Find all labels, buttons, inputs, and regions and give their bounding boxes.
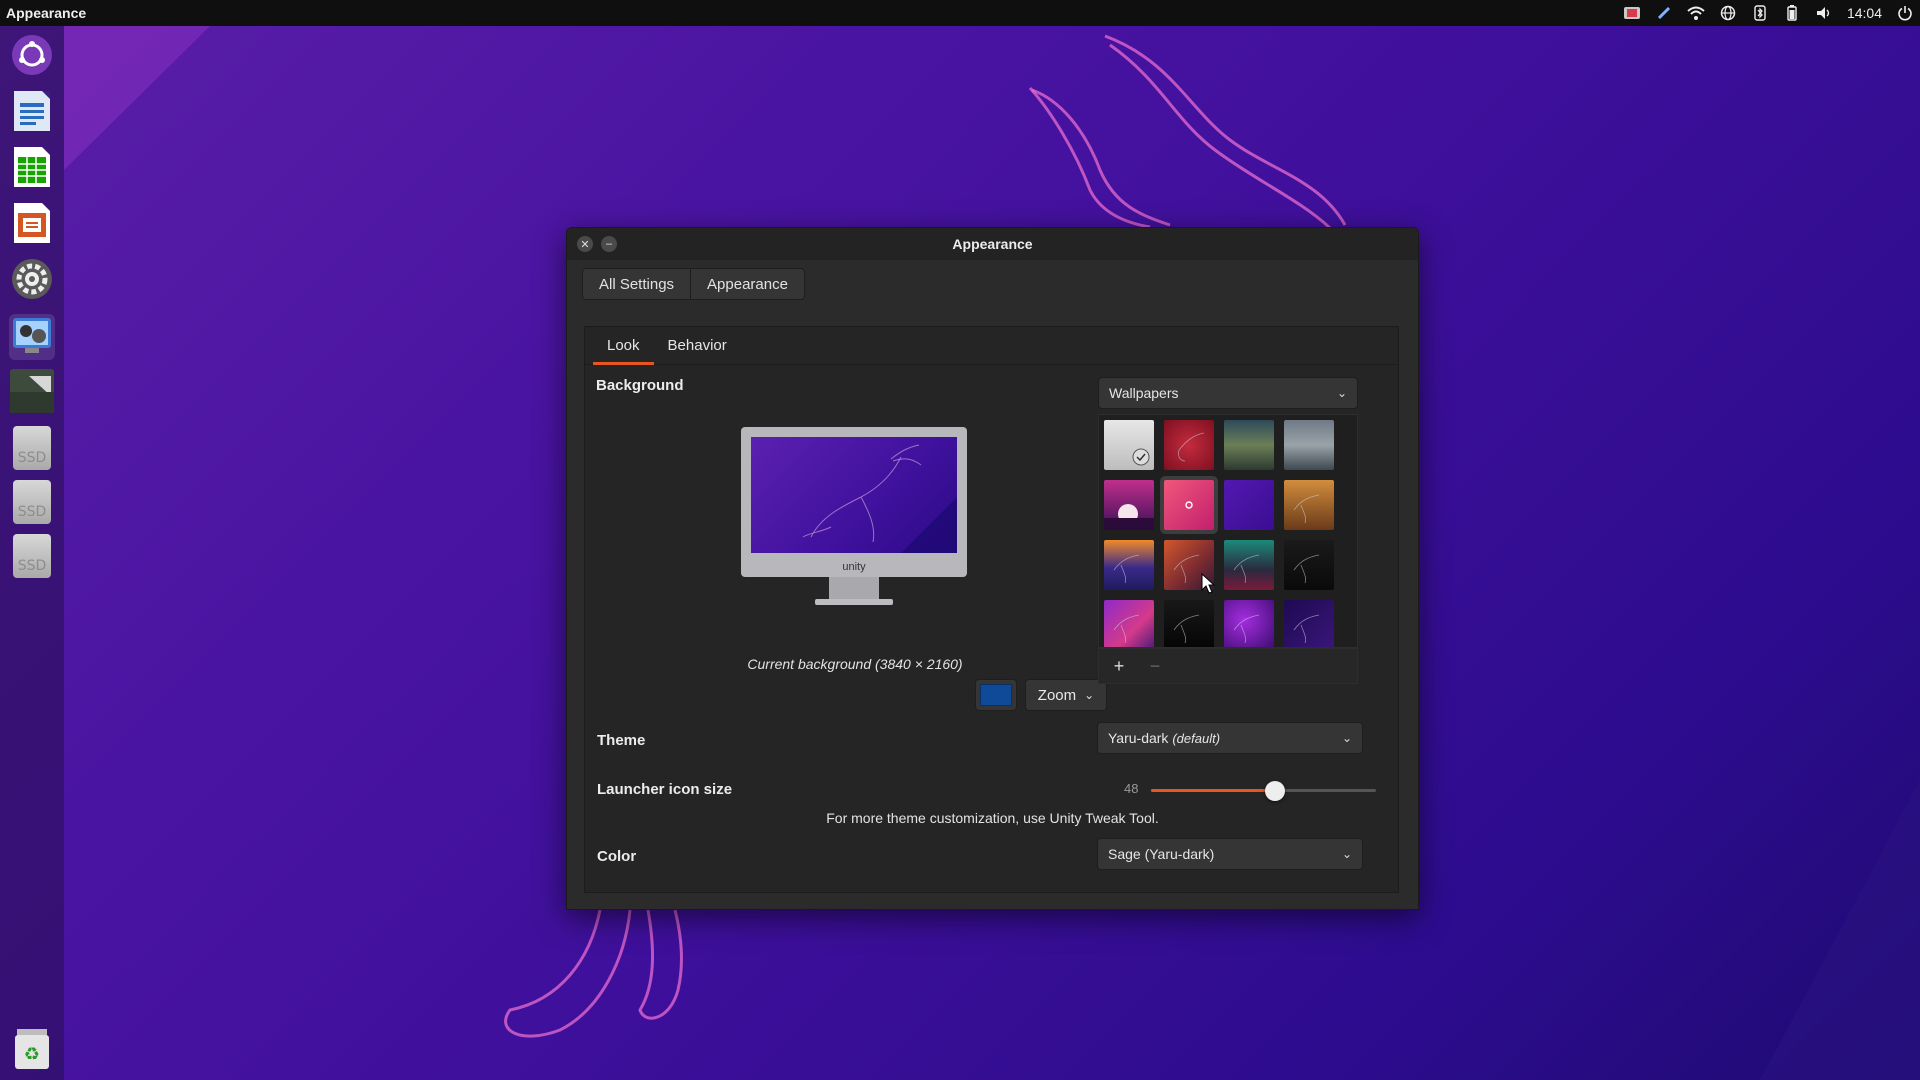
wallpaper-thumb[interactable] [1224, 540, 1274, 590]
volume-icon[interactable] [1815, 4, 1833, 22]
wallpaper-thumb[interactable] [1284, 420, 1334, 470]
theme-name: Yaru-dark [1108, 730, 1169, 746]
window-title: Appearance [952, 236, 1033, 252]
breadcrumb-appearance[interactable]: Appearance [691, 268, 805, 300]
color-dropdown[interactable]: Sage (Yaru-dark) ⌄ [1097, 838, 1363, 870]
wallpaper-thumb[interactable] [1104, 600, 1154, 647]
power-icon[interactable] [1896, 4, 1914, 22]
appearance-window: ✕ – Appearance All Settings Appearance L… [566, 227, 1419, 910]
preview-wallpaper [802, 444, 957, 553]
wallpaper-thumb[interactable] [1164, 480, 1214, 530]
active-app-name: Appearance [6, 5, 87, 21]
wallpaper-thumb[interactable] [1104, 480, 1154, 530]
background-label: Background [596, 377, 684, 394]
theme-default-tag: (default) [1172, 731, 1221, 746]
wallpaper-thumb[interactable] [1164, 600, 1214, 647]
check-icon [1132, 448, 1150, 466]
launcher-impress[interactable] [9, 202, 55, 248]
launcher-files[interactable] [9, 368, 55, 419]
chevron-down-icon: ⌄ [1341, 731, 1352, 745]
background-color-button[interactable] [975, 679, 1017, 711]
libreoffice-impress-icon [12, 201, 52, 250]
libreoffice-writer-icon [12, 89, 52, 138]
files-icon [9, 368, 55, 419]
screenshot-indicator-icon[interactable] [1623, 4, 1641, 22]
wallpaper-thumb[interactable] [1104, 420, 1154, 470]
wallpaper-thumb[interactable] [1284, 600, 1334, 647]
chevron-down-icon: ⌄ [1336, 386, 1347, 400]
monitor-brand: unity [842, 561, 866, 573]
libreoffice-calc-icon [12, 145, 52, 194]
launcher-settings[interactable] [9, 258, 55, 304]
top-panel: Appearance 14:04 [0, 0, 1920, 26]
launcher-writer[interactable] [9, 90, 55, 136]
breadcrumb: All Settings Appearance [582, 268, 805, 300]
tweak-tool-note: For more theme customization, use Unity … [826, 810, 1159, 826]
wallpaper-toolbar: + − [1098, 648, 1358, 684]
wallpaper-thumb[interactable] [1224, 480, 1274, 530]
pen-indicator-icon[interactable] [1655, 4, 1673, 22]
clock[interactable]: 14:04 [1847, 5, 1882, 21]
bluetooth-icon[interactable] [1751, 4, 1769, 22]
launcher-drive-3[interactable]: SSD [13, 534, 51, 578]
breadcrumb-all-settings[interactable]: All Settings [582, 268, 692, 300]
add-wallpaper-button[interactable]: + [1103, 652, 1135, 680]
launcher-drive-2[interactable]: SSD [13, 480, 51, 524]
theme-label: Theme [597, 732, 646, 749]
wifi-icon[interactable] [1687, 4, 1705, 22]
slider-handle[interactable] [1264, 781, 1285, 801]
drive-label: SSD [17, 504, 47, 520]
drive-label: SSD [17, 558, 47, 574]
launcher-calc[interactable] [9, 146, 55, 192]
ubuntu-logo-icon [10, 33, 54, 82]
chevron-down-icon: ⌄ [1341, 847, 1352, 861]
color-label: Color [597, 848, 637, 865]
launcher-shotwell[interactable] [9, 314, 55, 360]
dash-home-button[interactable] [9, 34, 55, 80]
launcher-drive-1[interactable]: SSD [13, 426, 51, 470]
launcher-icon-size-value: 48 [1124, 781, 1139, 796]
theme-value: Yaru-dark (default) [1108, 730, 1220, 746]
launcher-icon-size-label: Launcher icon size [597, 781, 733, 798]
slider-fill [1151, 789, 1275, 792]
color-value: Sage (Yaru-dark) [1108, 846, 1215, 862]
wallpaper-thumb[interactable] [1224, 420, 1274, 470]
trash-icon: ♻ [12, 1027, 52, 1076]
wallpaper-source-value: Wallpapers [1109, 385, 1179, 401]
wallpaper-thumb[interactable] [1224, 600, 1274, 647]
background-mode-value: Zoom [1037, 686, 1077, 704]
theme-dropdown[interactable]: Yaru-dark (default) ⌄ [1097, 722, 1363, 754]
wallpaper-grid [1098, 414, 1358, 648]
wallpaper-thumb[interactable] [1284, 480, 1334, 530]
wallpaper-source-dropdown[interactable]: Wallpapers ⌄ [1098, 377, 1358, 409]
wallpaper-thumb[interactable] [1164, 420, 1214, 470]
tab-behavior[interactable]: Behavior [654, 327, 741, 364]
chevron-down-icon: ⌄ [1084, 688, 1095, 702]
drive-label: SSD [17, 450, 47, 466]
current-background-caption: Current background (3840 × 2160) [747, 656, 963, 672]
wallpaper-thumb[interactable] [1284, 540, 1334, 590]
wallpaper-thumb[interactable] [1104, 540, 1154, 590]
window-titlebar[interactable]: ✕ – Appearance [567, 228, 1418, 260]
remove-wallpaper-button[interactable]: − [1139, 652, 1171, 680]
background-mode-dropdown[interactable]: Zoom ⌄ [1025, 679, 1107, 711]
color-swatch [980, 684, 1012, 706]
svg-text:♻: ♻ [24, 1044, 40, 1065]
settings-panel: Look Behavior Background unity Current b… [584, 326, 1399, 893]
launcher-icon-size-slider[interactable] [1151, 781, 1376, 801]
background-preview: unity [741, 427, 967, 609]
mouse-pointer-icon [1201, 573, 1216, 594]
launcher: SSD SSD SSD ♻ [0, 26, 64, 1080]
language-globe-icon[interactable] [1719, 4, 1737, 22]
tab-bar: Look Behavior [585, 327, 1398, 365]
system-settings-icon [10, 257, 54, 306]
battery-icon[interactable] [1783, 4, 1801, 22]
shotwell-icon [11, 314, 53, 361]
launcher-trash[interactable]: ♻ [9, 1028, 55, 1074]
indicator-area: 14:04 [1623, 4, 1914, 22]
tab-look[interactable]: Look [593, 327, 654, 365]
